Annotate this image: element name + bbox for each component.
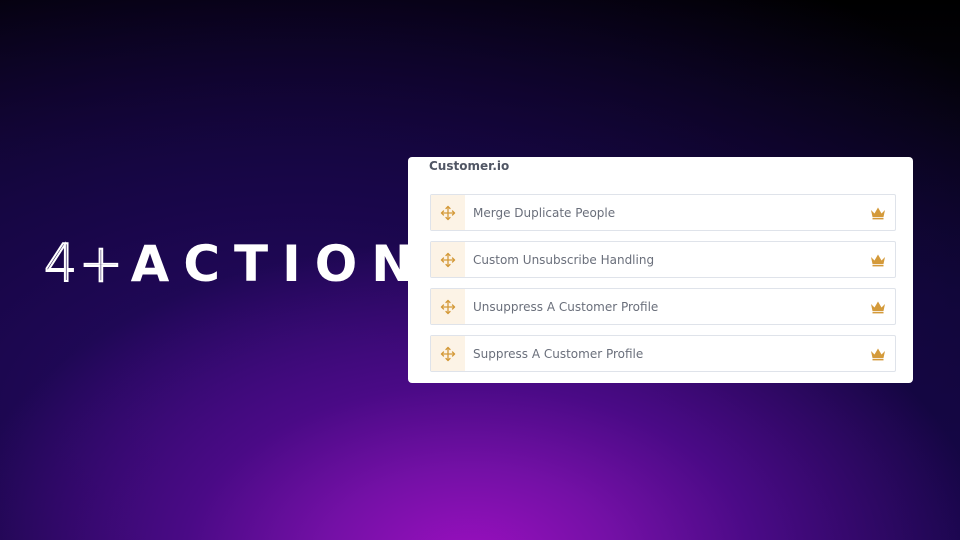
move-icon [440, 205, 456, 220]
drag-handle[interactable] [431, 289, 465, 324]
headline-number: 4+ [43, 233, 125, 295]
action-label: Suppress A Customer Profile [473, 346, 644, 361]
drag-handle[interactable] [431, 242, 465, 277]
move-icon [440, 299, 456, 314]
list-item[interactable]: Custom Unsubscribe Handling [430, 241, 896, 278]
action-label: Unsuppress A Customer Profile [473, 299, 659, 314]
action-label: Custom Unsubscribe Handling [473, 252, 655, 267]
list-item[interactable]: Suppress A Customer Profile [430, 335, 896, 372]
crown-icon [871, 301, 885, 314]
crown-icon [871, 207, 885, 220]
list-item[interactable]: Merge Duplicate People [430, 194, 896, 231]
crown-icon [871, 254, 885, 267]
card-title: Customer.io [429, 159, 510, 173]
list-item[interactable]: Unsuppress A Customer Profile [430, 288, 896, 325]
actions-card: Customer.io Merge Duplicate People Custo… [408, 157, 913, 383]
drag-handle[interactable] [431, 336, 465, 371]
action-label: Merge Duplicate People [473, 205, 616, 220]
drag-handle[interactable] [431, 195, 465, 230]
crown-icon [871, 348, 885, 361]
move-icon [440, 252, 456, 267]
action-list: Merge Duplicate People Custom Unsubscrib… [430, 194, 896, 382]
move-icon [440, 346, 456, 361]
